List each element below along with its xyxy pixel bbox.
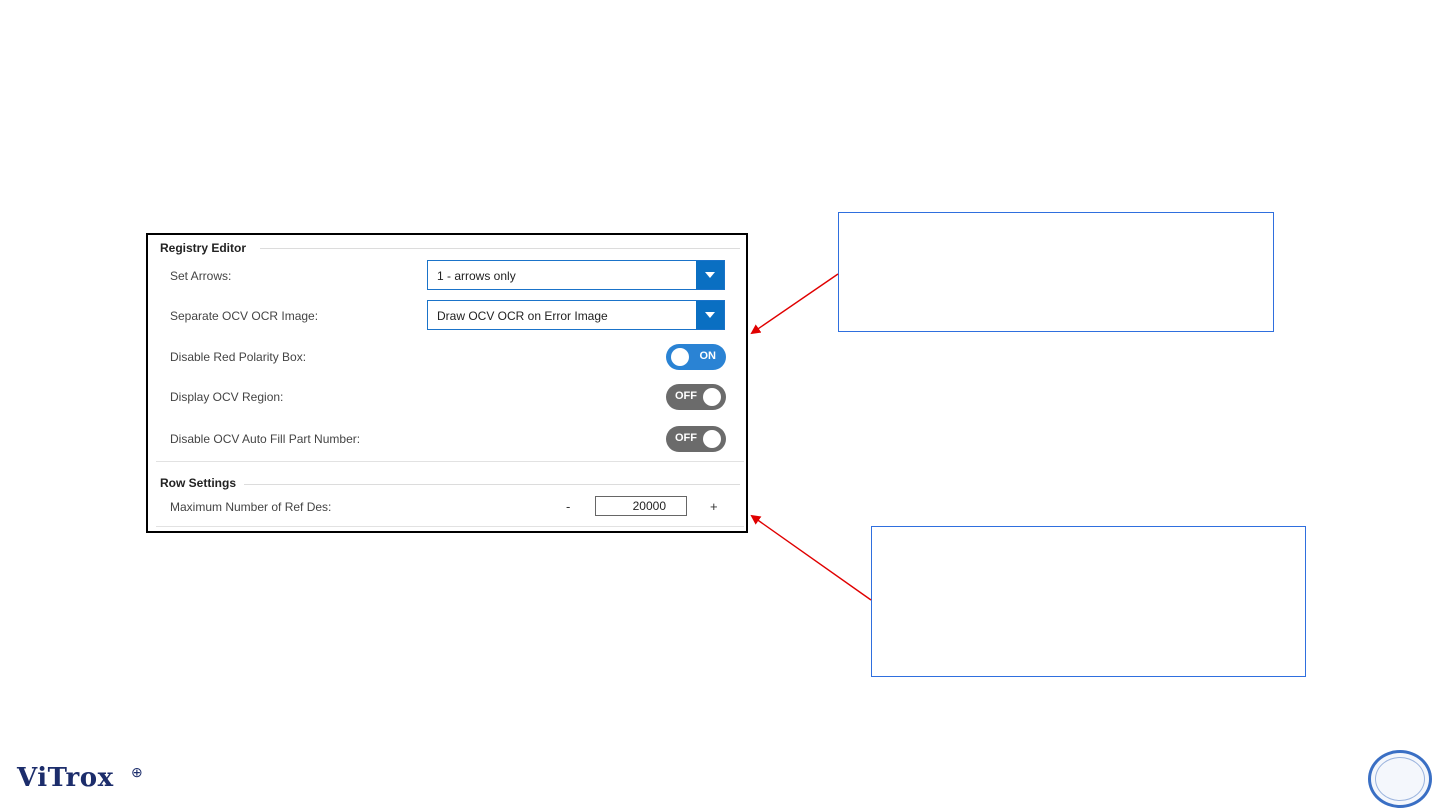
circle-inner: [1375, 757, 1425, 801]
callout-arrows: [750, 273, 872, 601]
logo-crosshair-icon: ⊕: [131, 764, 143, 780]
circle-icon: [1368, 750, 1432, 808]
vitrox-logo: ViTrox: [17, 763, 114, 793]
callout-arrow: [750, 273, 839, 335]
callout-arrow: [750, 514, 872, 601]
